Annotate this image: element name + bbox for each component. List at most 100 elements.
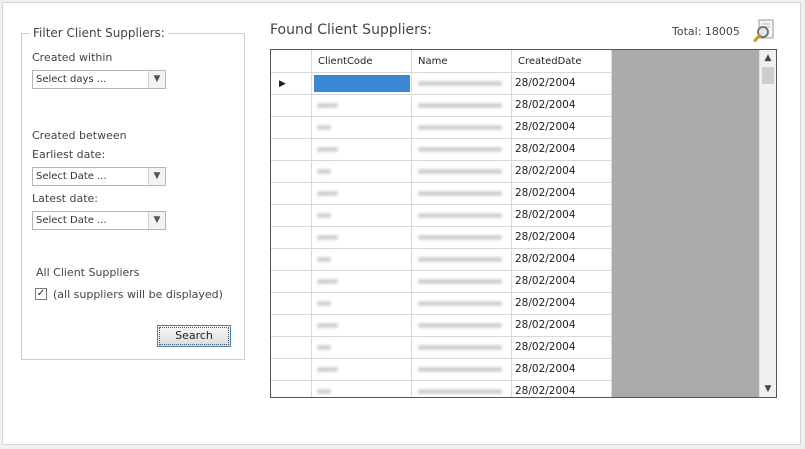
row-header[interactable] xyxy=(271,161,312,183)
cell-name[interactable] xyxy=(412,117,512,139)
search-button[interactable]: Search xyxy=(157,325,231,347)
cell-clientcode[interactable] xyxy=(312,139,412,161)
table-row[interactable]: 28/02/2004 xyxy=(271,249,612,271)
row-header[interactable] xyxy=(271,337,312,359)
cell-name[interactable] xyxy=(412,227,512,249)
cell-clientcode[interactable] xyxy=(312,183,412,205)
redacted-value xyxy=(418,81,502,86)
table-row[interactable]: 28/02/2004 xyxy=(271,205,612,227)
cell-name[interactable] xyxy=(412,359,512,381)
cell-clientcode[interactable] xyxy=(312,293,412,315)
cell-name[interactable] xyxy=(412,381,512,397)
row-header[interactable] xyxy=(271,117,312,139)
cell-createddate[interactable]: 28/02/2004 xyxy=(512,139,612,161)
cell-name[interactable] xyxy=(412,249,512,271)
filter-legend: Filter Client Suppliers: xyxy=(33,26,165,40)
table-row[interactable]: 28/02/2004 xyxy=(271,183,612,205)
cell-createddate[interactable]: 28/02/2004 xyxy=(512,315,612,337)
scrollbar-thumb[interactable] xyxy=(762,67,774,84)
redacted-value xyxy=(317,301,331,306)
cell-createddate[interactable]: 28/02/2004 xyxy=(512,205,612,227)
cell-createddate[interactable]: 28/02/2004 xyxy=(512,227,612,249)
cell-clientcode[interactable] xyxy=(312,271,412,293)
row-header[interactable] xyxy=(271,95,312,117)
chevron-down-icon[interactable]: ▼ xyxy=(148,212,165,229)
cell-createddate[interactable]: 28/02/2004 xyxy=(512,95,612,117)
grid-scrollbar[interactable]: ▲ ▼ xyxy=(759,50,776,397)
column-header-name[interactable]: Name xyxy=(412,50,512,73)
table-row[interactable]: ▶ 28/02/2004 xyxy=(271,73,612,95)
redacted-value xyxy=(418,213,502,218)
cell-name[interactable] xyxy=(412,183,512,205)
cell-createddate[interactable]: 28/02/2004 xyxy=(512,161,612,183)
chevron-down-icon[interactable]: ▼ xyxy=(148,71,165,88)
row-header[interactable]: ▶ xyxy=(271,73,312,95)
row-header[interactable] xyxy=(271,249,312,271)
cell-clientcode[interactable] xyxy=(312,227,412,249)
redacted-value xyxy=(317,257,331,262)
cell-name[interactable] xyxy=(412,315,512,337)
row-header[interactable] xyxy=(271,293,312,315)
cell-name[interactable] xyxy=(412,139,512,161)
table-row[interactable]: 28/02/2004 xyxy=(271,227,612,249)
table-row[interactable]: 28/02/2004 xyxy=(271,315,612,337)
latest-date-dropdown[interactable]: Select Date ... ▼ xyxy=(32,211,166,230)
table-row[interactable]: 28/02/2004 xyxy=(271,293,612,315)
cell-clientcode[interactable] xyxy=(312,161,412,183)
row-header[interactable] xyxy=(271,227,312,249)
cell-createddate[interactable]: 28/02/2004 xyxy=(512,271,612,293)
table-row[interactable]: 28/02/2004 xyxy=(271,139,612,161)
row-header[interactable] xyxy=(271,359,312,381)
cell-clientcode[interactable] xyxy=(312,249,412,271)
cell-name[interactable] xyxy=(412,271,512,293)
earliest-date-dropdown[interactable]: Select Date ... ▼ xyxy=(32,167,166,186)
table-row[interactable]: 28/02/2004 xyxy=(271,117,612,139)
cell-clientcode[interactable] xyxy=(312,95,412,117)
table-row[interactable]: 28/02/2004 xyxy=(271,95,612,117)
cell-clientcode[interactable] xyxy=(312,359,412,381)
cell-clientcode[interactable] xyxy=(312,381,412,397)
row-header[interactable] xyxy=(271,381,312,397)
cell-clientcode[interactable] xyxy=(312,205,412,227)
table-row[interactable]: 28/02/2004 xyxy=(271,359,612,381)
created-between-label: Created between xyxy=(32,129,127,142)
cell-createddate[interactable]: 28/02/2004 xyxy=(512,381,612,397)
table-row[interactable]: 28/02/2004 xyxy=(271,337,612,359)
cell-clientcode[interactable] xyxy=(312,117,412,139)
cell-name[interactable] xyxy=(412,205,512,227)
cell-name[interactable] xyxy=(412,73,512,95)
table-row[interactable]: 28/02/2004 xyxy=(271,271,612,293)
cell-createddate[interactable]: 28/02/2004 xyxy=(512,73,612,95)
row-header[interactable] xyxy=(271,315,312,337)
row-header[interactable] xyxy=(271,139,312,161)
row-header[interactable] xyxy=(271,183,312,205)
cell-createddate[interactable]: 28/02/2004 xyxy=(512,117,612,139)
cell-createddate[interactable]: 28/02/2004 xyxy=(512,293,612,315)
cell-name[interactable] xyxy=(412,293,512,315)
cell-clientcode[interactable] xyxy=(312,337,412,359)
cell-createddate[interactable]: 28/02/2004 xyxy=(512,337,612,359)
magnifier-document-icon[interactable] xyxy=(753,18,779,44)
cell-name[interactable] xyxy=(412,95,512,117)
created-within-dropdown[interactable]: Select days ... ▼ xyxy=(32,70,166,89)
column-header-clientcode[interactable]: ClientCode xyxy=(312,50,412,73)
cell-name[interactable] xyxy=(412,161,512,183)
cell-clientcode[interactable] xyxy=(312,73,412,95)
table-row[interactable]: 28/02/2004 xyxy=(271,381,612,397)
chevron-down-icon[interactable]: ▼ xyxy=(148,168,165,185)
cell-clientcode[interactable] xyxy=(312,315,412,337)
table-row[interactable]: 28/02/2004 xyxy=(271,161,612,183)
all-suppliers-checkbox[interactable]: ✓ xyxy=(35,288,47,300)
column-header-createddate[interactable]: CreatedDate xyxy=(512,50,612,73)
all-suppliers-checkbox-label[interactable]: (all suppliers will be displayed) xyxy=(53,288,223,301)
suppliers-grid[interactable]: ClientCode Name CreatedDate ▶ 28/02/2004 2… xyxy=(270,49,777,398)
chevron-down-icon[interactable]: ▼ xyxy=(760,381,776,397)
row-header[interactable] xyxy=(271,271,312,293)
cell-createddate[interactable]: 28/02/2004 xyxy=(512,249,612,271)
redacted-value xyxy=(418,147,502,152)
chevron-up-icon[interactable]: ▲ xyxy=(760,50,776,66)
cell-createddate[interactable]: 28/02/2004 xyxy=(512,359,612,381)
cell-name[interactable] xyxy=(412,337,512,359)
cell-createddate[interactable]: 28/02/2004 xyxy=(512,183,612,205)
row-header[interactable] xyxy=(271,205,312,227)
